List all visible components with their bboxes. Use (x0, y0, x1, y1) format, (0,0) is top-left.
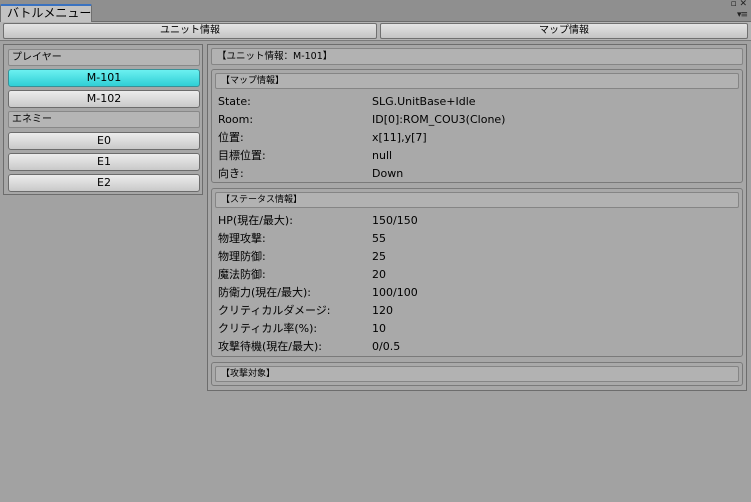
status-info-section: 【ステータス情報】 HP(現在/最大): 150/150 物理攻撃: 55 物理防御… (211, 188, 743, 357)
enemy-unit-button[interactable]: E2 (8, 174, 200, 192)
row-key: 物理攻撃: (218, 232, 266, 245)
info-row: HP(現在/最大): 150/150 (218, 212, 738, 230)
info-row: State: SLG.UnitBase+Idle (218, 93, 738, 111)
player-unit-button[interactable]: M-102 (8, 90, 200, 108)
info-row: クリティカルダメージ: 120 (218, 302, 738, 320)
row-key: クリティカルダメージ: (218, 304, 331, 317)
map-info-section: 【マップ情報】 State: SLG.UnitBase+Idle Room: ID[… (211, 69, 743, 183)
row-value: 150/150 (372, 214, 418, 227)
row-value: ID[0]:ROM_COU3(Clone) (372, 113, 506, 126)
window-controls: ▫ ✕ ▾≡ (725, 0, 748, 22)
row-key: 向き: (218, 167, 244, 180)
row-key: 位置: (218, 131, 244, 144)
battle-menu-window: バトルメニュー ▫ ✕ ▾≡ ユニット情報 マップ情報 プレイヤー M-101 … (0, 0, 751, 502)
row-key: Room: (218, 113, 254, 126)
row-value: 120 (372, 304, 393, 317)
info-row: Room: ID[0]:ROM_COU3(Clone) (218, 111, 738, 129)
row-value: 10 (372, 322, 386, 335)
row-key: HP(現在/最大): (218, 214, 293, 227)
row-value: 100/100 (372, 286, 418, 299)
maximize-icon[interactable]: ▫ (730, 0, 736, 9)
row-key: 物理防御: (218, 250, 266, 263)
unit-info-tab-button[interactable]: ユニット情報 (3, 23, 377, 39)
unit-list-panel: プレイヤー M-101 M-102 エネミー E0 E1 E2 (3, 44, 203, 195)
toolbar: ユニット情報 マップ情報 (0, 22, 751, 41)
tab-strip: バトルメニュー ▫ ✕ ▾≡ (0, 0, 751, 22)
info-row: 向き: Down (218, 165, 738, 183)
status-info-title: 【ステータス情報】 (215, 192, 739, 208)
map-info-tab-button[interactable]: マップ情報 (380, 23, 748, 39)
row-value: 55 (372, 232, 386, 245)
row-value: 25 (372, 250, 386, 263)
info-row: 攻撃待機(現在/最大): 0/0.5 (218, 338, 738, 356)
enemy-group-header: エネミー (8, 111, 200, 128)
info-row: 魔法防御: 20 (218, 266, 738, 284)
attack-target-title: 【攻撃対象】 (215, 366, 739, 382)
map-info-title: 【マップ情報】 (215, 73, 739, 89)
row-value: null (372, 149, 393, 162)
window-menu-icon[interactable]: ▾≡ (737, 10, 748, 20)
row-value: Down (372, 167, 404, 180)
row-value: x[11],y[7] (372, 131, 427, 144)
enemy-unit-button[interactable]: E1 (8, 153, 200, 171)
row-value: 0/0.5 (372, 340, 401, 353)
tab-battle-menu[interactable]: バトルメニュー (0, 4, 92, 22)
tab-title: バトルメニュー (7, 6, 92, 20)
info-row: 目標位置: null (218, 147, 738, 165)
row-key: State: (218, 95, 251, 108)
row-key: 魔法防御: (218, 268, 266, 281)
row-key: クリティカル率(%): (218, 322, 318, 335)
close-icon[interactable]: ✕ (739, 0, 747, 9)
enemy-unit-button[interactable]: E0 (8, 132, 200, 150)
player-group-header: プレイヤー (8, 49, 200, 66)
info-row: 位置: x[11],y[7] (218, 129, 738, 147)
row-value: SLG.UnitBase+Idle (372, 95, 476, 108)
row-key: 防衛力(現在/最大): (218, 286, 311, 299)
info-row: 物理攻撃: 55 (218, 230, 738, 248)
row-key: 攻撃待機(現在/最大): (218, 340, 322, 353)
info-row: 防衛力(現在/最大): 100/100 (218, 284, 738, 302)
player-unit-button[interactable]: M-101 (8, 69, 200, 87)
unit-info-header: 【ユニット情報：M-101】 (211, 48, 743, 65)
row-value: 20 (372, 268, 386, 281)
attack-target-section: 【攻撃対象】 (211, 362, 743, 386)
info-row: 物理防御: 25 (218, 248, 738, 266)
info-row: クリティカル率(%): 10 (218, 320, 738, 338)
unit-info-panel: 【ユニット情報：M-101】 【マップ情報】 State: SLG.UnitBas… (207, 44, 747, 391)
row-key: 目標位置: (218, 149, 266, 162)
